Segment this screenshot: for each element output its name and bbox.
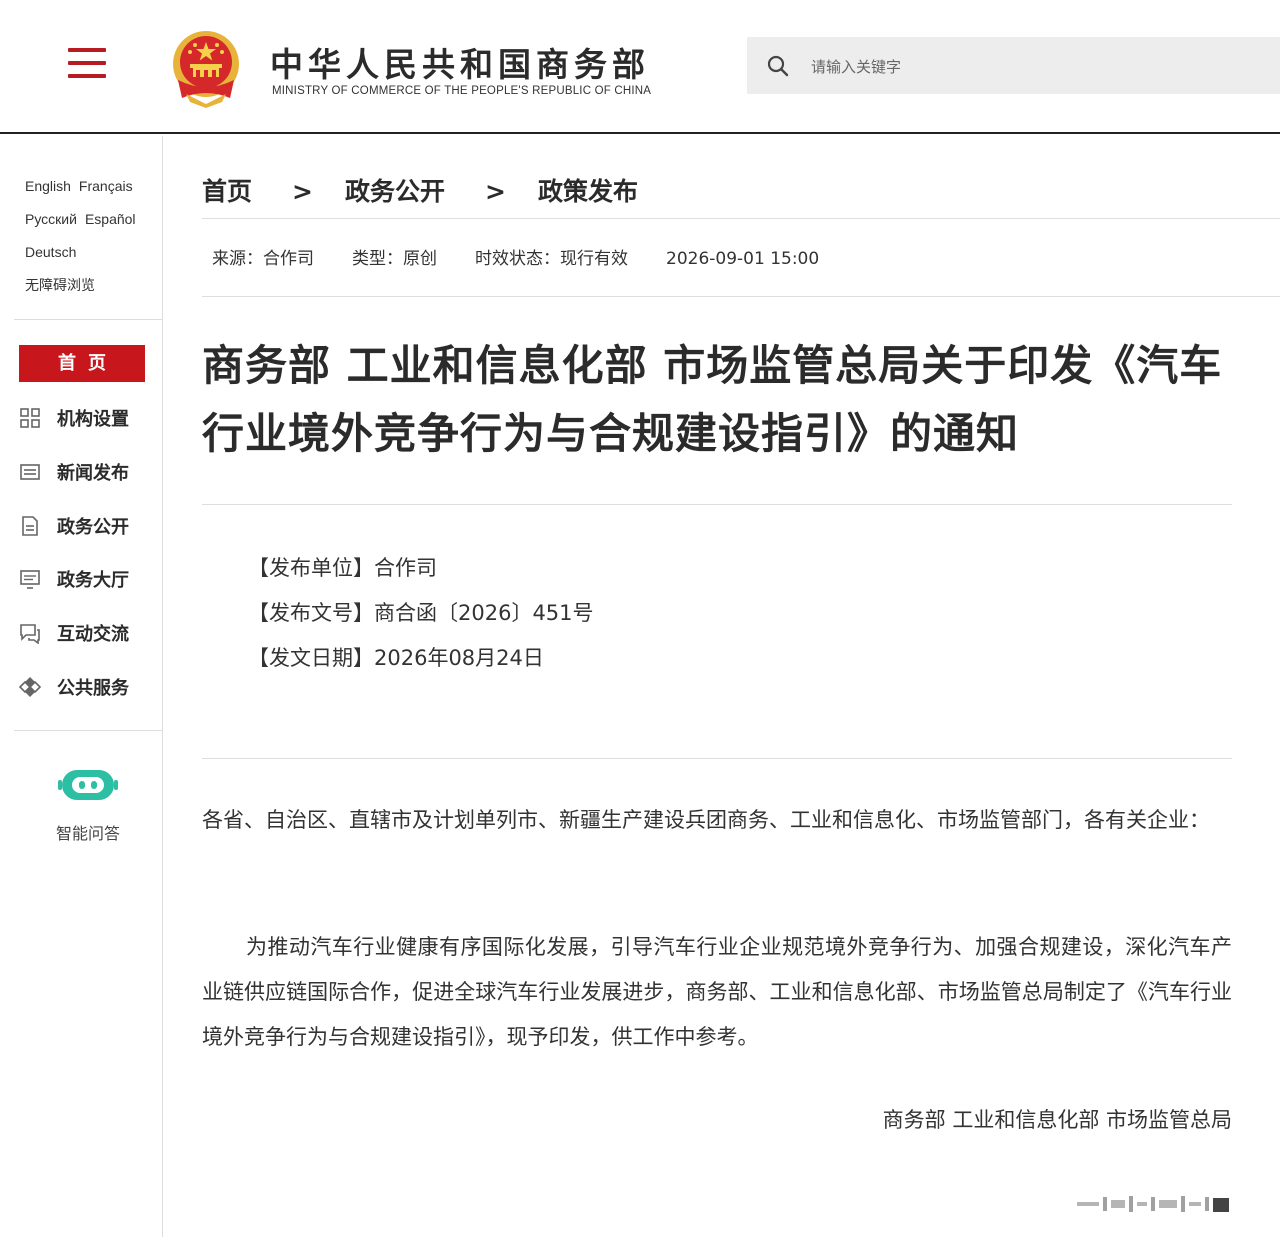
site-subtitle: MINISTRY OF COMMERCE OF THE PEOPLE'S REP… xyxy=(272,85,652,97)
lang-french[interactable]: Français xyxy=(79,178,133,194)
sidebar-item-label: 机构设置 xyxy=(57,409,129,430)
breadcrumb-home[interactable]: 首页 xyxy=(202,177,252,206)
sidebar-item-label: 新闻发布 xyxy=(57,463,129,484)
sidebar-divider xyxy=(14,730,162,731)
article-meta: 来源：合作司 类型：原创 时效状态：现行有效 2026-09-01 15:00 xyxy=(212,244,857,269)
watermark-icon xyxy=(1077,1196,1229,1212)
sidebar-item-label: 公共服务 xyxy=(57,678,129,699)
sidebar-item-label: 政务公开 xyxy=(57,517,129,538)
sidebar-home-button[interactable]: 首页 xyxy=(19,345,145,382)
robot-icon[interactable] xyxy=(58,764,118,804)
site-title[interactable]: 中华人民共和国商务部 xyxy=(270,38,650,86)
breadcrumb-government-affairs[interactable]: 政务公开 xyxy=(345,177,445,206)
service-diamond-icon xyxy=(19,677,41,697)
breadcrumb: 首页 > 政务公开 > 政策发布 xyxy=(202,172,638,208)
info-doc-number: 【发布文号】商合函〔2026〕451号 xyxy=(248,601,594,625)
breadcrumb-divider xyxy=(202,218,1280,219)
meta-source: 来源：合作司 xyxy=(212,249,314,269)
lang-german[interactable]: Deutsch xyxy=(25,244,76,260)
info-issue-date: 【发文日期】2026年08月24日 xyxy=(248,646,544,670)
org-grid-icon xyxy=(20,408,40,428)
document-icon xyxy=(22,516,38,536)
sidebar-item-label: 政务大厅 xyxy=(57,570,129,591)
article-body: 为推动汽车行业健康有序国际化发展，引导汽车行业企业规范境外竞争行为、加强合规建设… xyxy=(202,935,1232,1049)
site-header: 中华人民共和国商务部 MINISTRY OF COMMERCE OF THE P… xyxy=(0,0,1280,134)
meta-status: 时效状态：现行有效 xyxy=(475,249,628,269)
breadcrumb-separator: > xyxy=(484,177,506,206)
search-bar xyxy=(747,37,1280,96)
lang-spanish[interactable]: Español xyxy=(85,211,136,227)
article-info: 【发布单位】合作司 【发布文号】商合函〔2026〕451号 【发文日期】2026… xyxy=(248,546,594,681)
breadcrumb-policy-release[interactable]: 政策发布 xyxy=(538,177,638,206)
hamburger-menu-icon[interactable] xyxy=(68,48,106,78)
breadcrumb-separator: > xyxy=(292,177,313,206)
title-divider xyxy=(202,504,1232,505)
article-signature: 商务部 工业和信息化部 市场监管总局 xyxy=(882,1108,1232,1132)
meta-datetime: 2026-09-01 15:00 xyxy=(666,249,820,269)
sidebar: English Français Русский Español Deutsch 无… xyxy=(0,136,163,1237)
assistant-label[interactable]: 智能问答 xyxy=(0,820,176,844)
sidebar-item-interaction[interactable]: 互动交流 xyxy=(19,618,129,648)
article-salutation: 各省、自治区、直辖市及计划单列市、新疆生产建设兵团商务、工业和信息化、市场监管部… xyxy=(202,808,1210,832)
search-icon[interactable] xyxy=(767,55,789,77)
national-emblem-icon[interactable] xyxy=(168,28,244,108)
meta-divider xyxy=(202,296,1280,297)
sidebar-divider xyxy=(14,319,162,320)
sidebar-item-service-hall[interactable]: 政务大厅 xyxy=(19,564,129,594)
lang-english[interactable]: English xyxy=(25,178,71,194)
search-input[interactable] xyxy=(809,37,1253,96)
lang-russian[interactable]: Русский xyxy=(25,211,77,227)
monitor-icon xyxy=(20,570,40,589)
news-list-icon xyxy=(20,464,40,480)
accessibility-link[interactable]: 无障碍浏览 xyxy=(25,277,95,293)
sidebar-item-public-service[interactable]: 公共服务 xyxy=(19,672,129,702)
article-title: 商务部 工业和信息化部 市场监管总局关于印发《汽车行业境外竞争行为与合规建设指引… xyxy=(202,341,1223,458)
sidebar-item-government-affairs[interactable]: 政务公开 xyxy=(19,511,129,541)
chat-bubble-icon xyxy=(20,624,40,644)
info-divider xyxy=(202,758,1232,759)
info-issuer: 【发布单位】合作司 xyxy=(248,556,437,580)
sidebar-item-label: 互动交流 xyxy=(57,624,129,645)
sidebar-item-news[interactable]: 新闻发布 xyxy=(19,457,129,487)
meta-type: 类型：原创 xyxy=(352,249,437,269)
sidebar-item-organization[interactable]: 机构设置 xyxy=(19,403,129,433)
language-switcher: English Français Русский Español Deutsch 无… xyxy=(25,170,144,302)
